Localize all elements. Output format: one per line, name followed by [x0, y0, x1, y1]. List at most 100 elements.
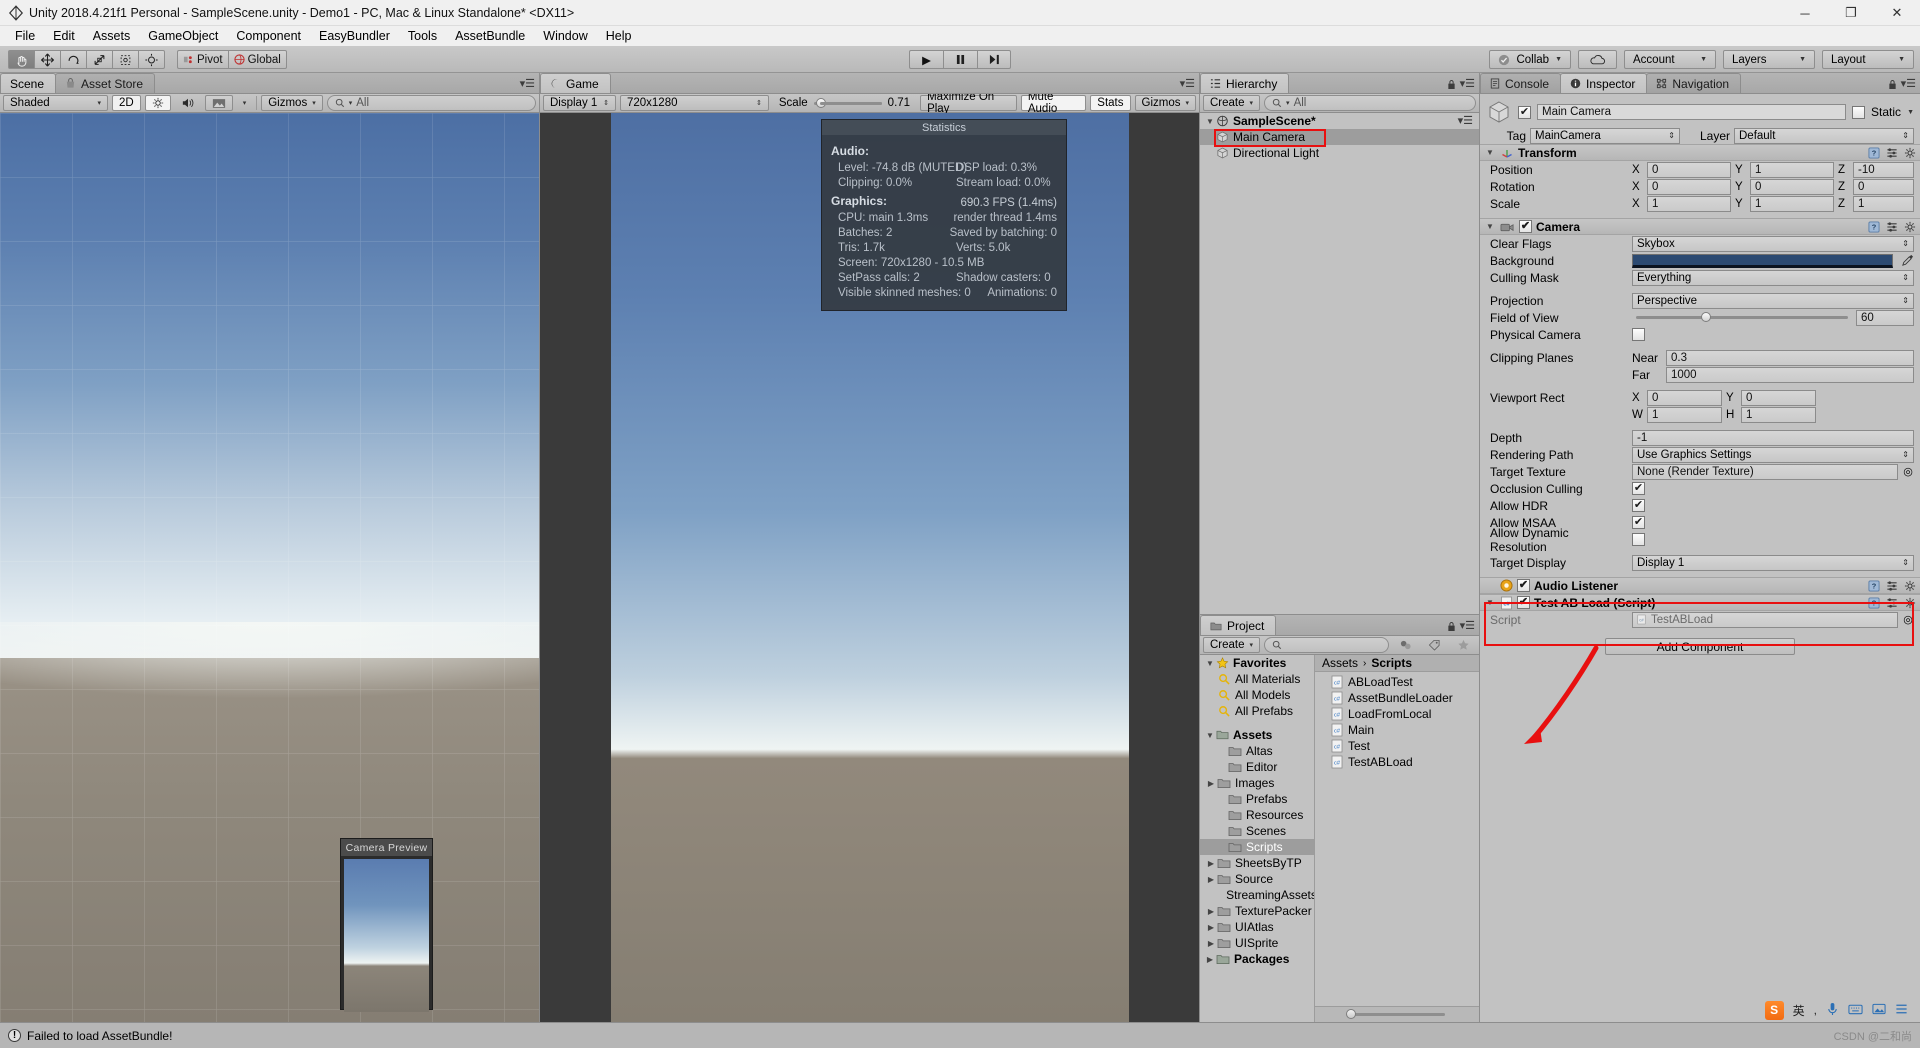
project-file-main[interactable]: c# Main	[1315, 722, 1479, 738]
close-button[interactable]: ✕	[1874, 0, 1920, 26]
fov-field[interactable]: 60	[1856, 309, 1914, 326]
hand-tool-button[interactable]	[8, 50, 34, 69]
stats-button[interactable]: Stats	[1090, 95, 1131, 111]
display-dropdown[interactable]: Display 1 ⇕	[543, 95, 616, 111]
project-favorite-all-models[interactable]: All Models	[1200, 687, 1314, 703]
tab-hierarchy[interactable]: Hierarchy	[1200, 73, 1290, 93]
object-picker-icon[interactable]: ◎	[1902, 465, 1914, 478]
tab-asset-store[interactable]: Asset Store	[55, 73, 156, 93]
scene-lighting-toggle[interactable]	[144, 95, 171, 111]
help-icon[interactable]: ?	[1868, 596, 1880, 609]
ime-language-label[interactable]: 英	[1793, 1002, 1805, 1019]
fov-slider-knob[interactable]	[1701, 312, 1711, 322]
global-toggle-button[interactable]: Global	[227, 50, 287, 69]
panel-menu-icon[interactable]: ▾☰	[1460, 79, 1475, 90]
chevron-down-icon[interactable]: ▼	[1484, 148, 1496, 157]
chevron-right-icon[interactable]: ▶	[1205, 923, 1217, 932]
pause-button[interactable]	[943, 50, 977, 69]
far-field[interactable]: 1000	[1666, 366, 1914, 383]
ime-comma-icon[interactable]: ,	[1814, 1003, 1817, 1017]
static-checkbox[interactable]: ✔	[1852, 105, 1866, 119]
depth-field[interactable]: -1	[1632, 429, 1914, 446]
scale-slider-group[interactable]: Scale 0.71	[773, 95, 916, 111]
fov-slider[interactable]	[1636, 312, 1848, 322]
project-search-input[interactable]	[1264, 637, 1389, 653]
project-folder-texturepacker[interactable]: ▶ TexturePacker	[1200, 903, 1314, 919]
breadcrumb-assets[interactable]: Assets	[1322, 656, 1358, 670]
component-header-test-ab-load[interactable]: ▼ c# ✔ Test AB Load (Script) ?	[1480, 594, 1920, 611]
project-file-assetbundleloader[interactable]: c# AssetBundleLoader	[1315, 690, 1479, 706]
project-folder-resources[interactable]: ▶Resources	[1200, 807, 1314, 823]
position-y-field[interactable]: 1	[1750, 161, 1834, 178]
chevron-down-icon[interactable]: ▼	[1907, 109, 1914, 116]
project-folder-uiatlas[interactable]: ▶ UIAtlas	[1200, 919, 1314, 935]
project-zoom-slider[interactable]	[1346, 1009, 1445, 1019]
project-favorites-row[interactable]: ▼ Favorites	[1200, 655, 1314, 671]
chevron-down-icon[interactable]: ▼	[1204, 659, 1216, 668]
project-favorite-all-materials[interactable]: All Materials	[1200, 671, 1314, 687]
scene-fx-dropdown[interactable]: ▾	[237, 95, 253, 111]
move-tool-button[interactable]	[34, 50, 60, 69]
menu-item-help[interactable]: Help	[597, 26, 641, 47]
tab-scene[interactable]: Scene	[0, 73, 57, 93]
project-folder-editor[interactable]: ▶Editor	[1200, 759, 1314, 775]
menu-item-edit[interactable]: Edit	[44, 26, 84, 47]
tab-project[interactable]: Project	[1200, 615, 1277, 635]
chevron-right-icon[interactable]: ▶	[1204, 955, 1216, 964]
project-tree[interactable]: ▼ Favorites All Materials All Models All…	[1200, 655, 1315, 1022]
minimize-button[interactable]: ─	[1782, 0, 1828, 26]
scene-search-input[interactable]: ▾ All	[326, 95, 536, 111]
image-icon[interactable]	[1872, 1003, 1886, 1018]
preset-icon[interactable]	[1886, 597, 1898, 609]
tab-inspector[interactable]: Inspector	[1560, 73, 1648, 93]
script-value-field[interactable]: c# TestABLoad	[1632, 611, 1898, 628]
tab-navigation[interactable]: Navigation	[1646, 73, 1742, 93]
mic-icon[interactable]	[1826, 1002, 1839, 1019]
object-picker-icon[interactable]: ◎	[1902, 613, 1914, 626]
tab-console[interactable]: Console	[1480, 73, 1562, 93]
cloud-button[interactable]	[1578, 50, 1617, 69]
game-gizmos-dropdown[interactable]: Gizmos ▾	[1134, 95, 1196, 111]
collab-button[interactable]: Collab ▼	[1489, 50, 1571, 69]
breadcrumb-scripts[interactable]: Scripts	[1371, 656, 1412, 670]
chevron-down-icon[interactable]: ▼	[1484, 222, 1496, 231]
play-button[interactable]: ▶	[909, 50, 943, 69]
mute-audio-button[interactable]: Mute Audio	[1020, 91, 1087, 115]
help-icon[interactable]: ?	[1868, 579, 1880, 592]
preset-icon[interactable]	[1886, 221, 1898, 233]
menu-item-window[interactable]: Window	[534, 26, 596, 47]
project-zoom-bar[interactable]	[1315, 1006, 1479, 1022]
shading-mode-dropdown[interactable]: Shaded ▾	[3, 95, 108, 111]
project-folder-images[interactable]: ▶ Images	[1200, 775, 1314, 791]
occlusion-culling-checkbox[interactable]: ✔	[1632, 482, 1645, 495]
rect-tool-button[interactable]	[112, 50, 138, 69]
project-file-test[interactable]: c# Test	[1315, 738, 1479, 754]
hierarchy-scene-row[interactable]: ▼ SampleScene* ▾☰	[1200, 113, 1479, 129]
inspector-options[interactable]: ▾☰	[1888, 79, 1916, 90]
hierarchy-options[interactable]: ▾☰	[1447, 79, 1475, 90]
pivot-toggle-button[interactable]: Pivot	[177, 50, 228, 69]
project-folder-altas[interactable]: ▶Altas	[1200, 743, 1314, 759]
viewport-h-field[interactable]: 1	[1741, 406, 1816, 423]
scale-tool-button[interactable]	[86, 50, 112, 69]
panel-menu-icon[interactable]: ▾☰	[1460, 621, 1475, 632]
project-filter-type-button[interactable]	[1393, 637, 1418, 653]
object-name-field[interactable]: Main Camera	[1537, 104, 1847, 120]
physical-camera-checkbox[interactable]: ✔	[1632, 328, 1645, 341]
project-file-testabload[interactable]: c# TestABLoad	[1315, 754, 1479, 770]
project-create-button[interactable]: Create ▾	[1203, 637, 1261, 653]
hierarchy-item-directional-light[interactable]: Directional Light	[1200, 145, 1479, 161]
gear-icon[interactable]	[1904, 147, 1916, 159]
rendering-path-dropdown[interactable]: Use Graphics Settings ⇕	[1632, 446, 1914, 463]
background-color-swatch[interactable]	[1632, 253, 1893, 268]
culling-mask-dropdown[interactable]: Everything ⇕	[1632, 269, 1914, 286]
project-folder-sheetsbytp[interactable]: ▶ SheetsByTP	[1200, 855, 1314, 871]
menu-item-gameobject[interactable]: GameObject	[139, 26, 227, 47]
eyedropper-icon[interactable]	[1901, 254, 1914, 267]
allow-msaa-checkbox[interactable]: ✔	[1632, 516, 1645, 529]
project-packages-row[interactable]: ▶ Packages	[1200, 951, 1314, 967]
rotation-y-field[interactable]: 0	[1750, 178, 1834, 195]
panel-menu-icon[interactable]: ▾☰	[520, 79, 535, 90]
target-texture-field[interactable]: None (Render Texture)	[1632, 463, 1898, 480]
target-display-dropdown[interactable]: Display 1 ⇕	[1632, 554, 1914, 571]
